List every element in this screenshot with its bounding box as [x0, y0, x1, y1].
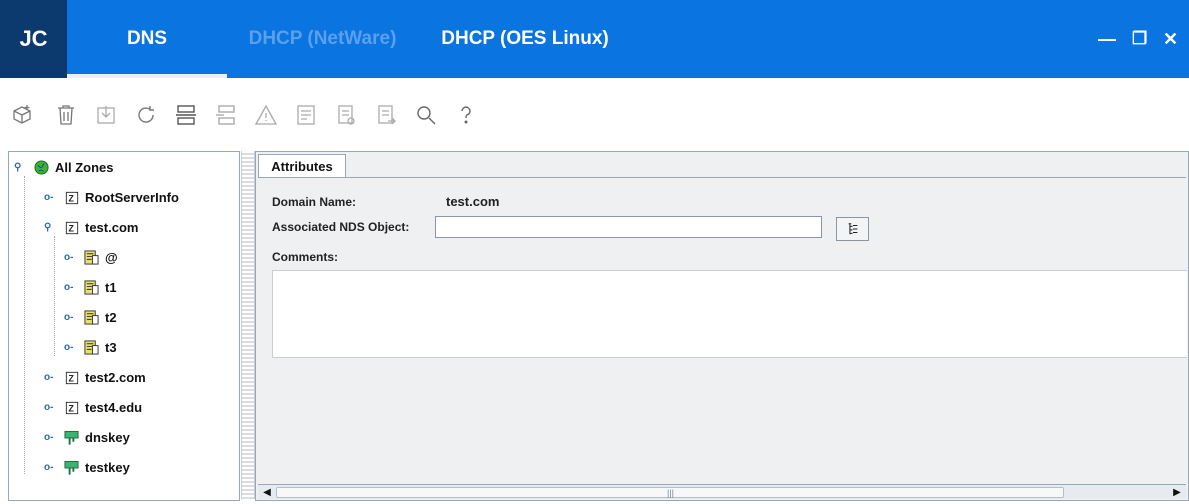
- collapsed-handle-icon[interactable]: o-: [64, 282, 78, 293]
- view-events-icon[interactable]: [292, 101, 320, 129]
- tree-item-label: test.com: [85, 220, 139, 235]
- resource-record-icon: [84, 250, 99, 265]
- tree-root-label: All Zones: [55, 160, 114, 175]
- tree-browse-icon: [848, 223, 857, 235]
- tree-item-label: t2: [105, 310, 117, 325]
- tab-dns[interactable]: DNS: [67, 0, 227, 78]
- pane-splitter[interactable]: [241, 151, 255, 499]
- tab-dhcp-netware[interactable]: DHCP (NetWare): [235, 0, 410, 78]
- help-icon[interactable]: [452, 101, 480, 129]
- new-object-icon[interactable]: [8, 101, 36, 129]
- export-icon[interactable]: [372, 101, 400, 129]
- delete-icon[interactable]: [52, 101, 80, 129]
- collapsed-handle-icon[interactable]: o-: [44, 462, 58, 473]
- tree-item-label: RootServerInfo: [85, 190, 179, 205]
- tree-item-label: @: [105, 250, 118, 265]
- tree-item-rr-at[interactable]: o- @: [64, 250, 118, 265]
- stop-service-icon[interactable]: [212, 101, 240, 129]
- tab-dhcp-oes-linux[interactable]: DHCP (OES Linux): [425, 0, 625, 78]
- start-service-icon[interactable]: [172, 101, 200, 129]
- collapsed-handle-icon[interactable]: o-: [64, 342, 78, 353]
- tree-item-test4-edu[interactable]: o- Z test4.edu: [44, 400, 142, 415]
- tree-root-all-zones[interactable]: ⚲ All Zones: [14, 160, 114, 175]
- tsig-key-icon: [64, 430, 79, 445]
- tree-item-rr-t3[interactable]: o- t3: [64, 340, 117, 355]
- nds-object-field[interactable]: [435, 216, 822, 238]
- scroll-thumb[interactable]: |||: [276, 487, 1064, 498]
- svg-text:Z: Z: [68, 403, 74, 413]
- zone-icon: Z: [64, 190, 79, 205]
- warning-icon[interactable]: [252, 101, 280, 129]
- tree-item-rr-t2[interactable]: o- t2: [64, 310, 117, 325]
- tree-item-test-com[interactable]: ⚲ Z test.com: [44, 220, 138, 235]
- tsig-key-icon: [64, 460, 79, 475]
- collapsed-handle-icon[interactable]: o-: [44, 192, 58, 203]
- search-icon[interactable]: [412, 101, 440, 129]
- tree-item-label: dnskey: [85, 430, 130, 445]
- collapsed-handle-icon[interactable]: o-: [44, 372, 58, 383]
- tree-guide-line: [24, 176, 25, 474]
- zone-icon: Z: [64, 400, 79, 415]
- domain-name-value: test.com: [446, 194, 500, 209]
- tree-guide-line: [54, 236, 55, 356]
- tree-item-label: t3: [105, 340, 117, 355]
- comments-textarea[interactable]: [272, 270, 1187, 358]
- tree-item-label: test4.edu: [85, 400, 143, 415]
- zone-icon: Z: [64, 220, 79, 235]
- collapsed-handle-icon[interactable]: o-: [44, 402, 58, 413]
- domain-name-label: Domain Name:: [272, 195, 357, 209]
- svg-text:Z: Z: [68, 193, 74, 203]
- tree-item-rootserverinfo[interactable]: o- Z RootServerInfo: [44, 190, 179, 205]
- tree-item-label: test2.com: [85, 370, 146, 385]
- tab-attributes[interactable]: Attributes: [258, 154, 346, 177]
- attributes-panel-body: Domain Name: test.com Associated NDS Obj…: [258, 177, 1187, 485]
- tree-item-dnskey[interactable]: o- dnskey: [44, 430, 130, 445]
- scroll-left-arrow-icon[interactable]: ◀: [260, 485, 274, 499]
- refresh-icon[interactable]: [132, 101, 160, 129]
- scroll-thumb-grip: |||: [667, 488, 675, 498]
- minimize-button[interactable]: —: [1098, 30, 1116, 48]
- expand-handle-icon[interactable]: ⚲: [44, 222, 58, 233]
- zone-icon: Z: [64, 370, 79, 385]
- comments-label: Comments:: [272, 250, 339, 264]
- globe-icon: [34, 160, 49, 175]
- close-button[interactable]: ✕: [1163, 30, 1178, 48]
- collapsed-handle-icon[interactable]: o-: [64, 312, 78, 323]
- collapsed-handle-icon[interactable]: o-: [44, 432, 58, 443]
- expand-handle-icon[interactable]: ⚲: [14, 162, 28, 173]
- tree-item-label: testkey: [85, 460, 130, 475]
- resource-record-icon: [84, 340, 99, 355]
- attributes-pane: Attributes Domain Name: test.com Associa…: [255, 151, 1189, 501]
- zone-tree-pane: ⚲ All Zones o- Z RootServerInfo ⚲ Z test…: [8, 151, 240, 501]
- tree-item-testkey[interactable]: o- testkey: [44, 460, 130, 475]
- tree-item-test2-com[interactable]: o- Z test2.com: [44, 370, 146, 385]
- svg-text:Z: Z: [68, 223, 74, 233]
- app-logo: JC: [0, 0, 67, 78]
- browse-nds-object-button[interactable]: [836, 217, 869, 241]
- import-icon[interactable]: [92, 101, 120, 129]
- audit-trail-icon[interactable]: [332, 101, 360, 129]
- horizontal-scrollbar[interactable]: ◀ ||| ▶: [258, 484, 1186, 499]
- resource-record-icon: [84, 310, 99, 325]
- restore-button[interactable]: ❐: [1132, 30, 1147, 48]
- tree-item-label: t1: [105, 280, 117, 295]
- tree-item-rr-t1[interactable]: o- t1: [64, 280, 117, 295]
- resource-record-icon: [84, 280, 99, 295]
- svg-text:Z: Z: [68, 373, 74, 383]
- nds-object-label: Associated NDS Object:: [272, 220, 410, 234]
- scroll-right-arrow-icon[interactable]: ▶: [1170, 485, 1184, 499]
- collapsed-handle-icon[interactable]: o-: [64, 252, 78, 263]
